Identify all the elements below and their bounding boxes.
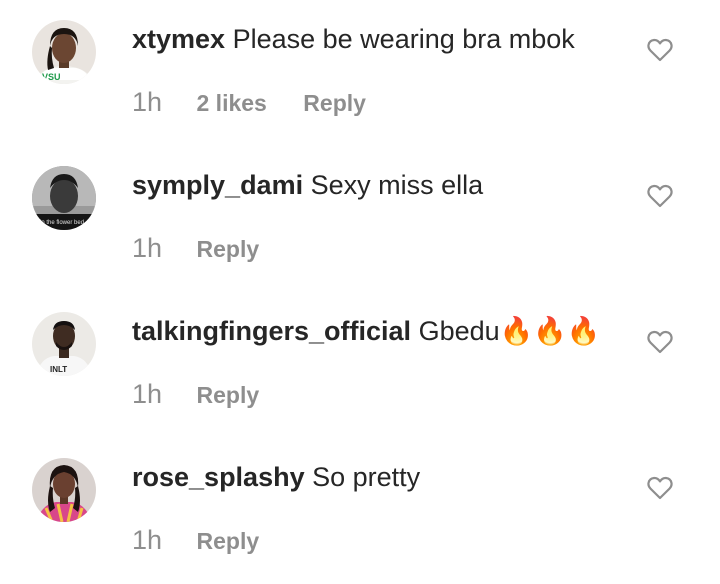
avatar-watermark-text: ...in the flower bed bbox=[35, 220, 84, 226]
comment-text: So pretty bbox=[312, 462, 421, 492]
comment-item: VSU xtymex Please be wearing bra mbok 1h… bbox=[0, 0, 720, 146]
reply-button[interactable]: Reply bbox=[303, 85, 366, 121]
avatar[interactable]: ...in the flower bed bbox=[32, 166, 96, 230]
comment-timestamp: 1h bbox=[132, 379, 163, 409]
comment-line: symply_dami Sexy miss ella bbox=[132, 168, 483, 202]
avatar[interactable]: INLT bbox=[32, 312, 96, 376]
likes-count-link[interactable]: 2 likes bbox=[197, 85, 267, 121]
comment-text: Please be wearing bra mbok bbox=[232, 24, 575, 54]
comment-item: rose_splashy So pretty 1h Reply bbox=[0, 438, 720, 584]
comment-timestamp: 1h bbox=[132, 525, 163, 555]
reply-button[interactable]: Reply bbox=[197, 523, 260, 559]
avatar-watermark-text: INLT bbox=[50, 365, 67, 374]
comment-text: Sexy miss ella bbox=[310, 170, 484, 200]
comment-meta: 1h Reply bbox=[132, 522, 291, 558]
comment-text: Gbedu🔥🔥🔥 bbox=[418, 316, 601, 346]
comment-line: talkingfingers_official Gbedu🔥🔥🔥 bbox=[132, 314, 601, 348]
svg-text:VSU: VSU bbox=[42, 72, 61, 82]
heart-outline-icon[interactable] bbox=[647, 38, 673, 62]
reply-button[interactable]: Reply bbox=[197, 377, 260, 413]
comment-item: INLT talkingfingers_official Gbedu🔥🔥🔥 1h… bbox=[0, 292, 720, 438]
comment-username[interactable]: talkingfingers_official bbox=[132, 316, 411, 346]
comment-item: ...in the flower bed symply_dami Sexy mi… bbox=[0, 146, 720, 292]
avatar[interactable] bbox=[32, 458, 96, 522]
reply-button[interactable]: Reply bbox=[197, 231, 260, 267]
comment-username[interactable]: symply_dami bbox=[132, 170, 303, 200]
comment-username[interactable]: rose_splashy bbox=[132, 462, 305, 492]
avatar[interactable]: VSU bbox=[32, 20, 96, 84]
comment-timestamp: 1h bbox=[132, 233, 163, 263]
heart-outline-icon[interactable] bbox=[647, 476, 673, 500]
heart-outline-icon[interactable] bbox=[647, 184, 673, 208]
comment-line: xtymex Please be wearing bra mbok bbox=[132, 22, 575, 56]
heart-outline-icon[interactable] bbox=[647, 330, 673, 354]
comment-username[interactable]: xtymex bbox=[132, 24, 225, 54]
comment-meta: 1h Reply bbox=[132, 230, 291, 266]
comment-timestamp: 1h bbox=[132, 87, 163, 117]
comment-line: rose_splashy So pretty bbox=[132, 460, 420, 494]
comment-meta: 1h 2 likes Reply bbox=[132, 84, 398, 120]
comment-meta: 1h Reply bbox=[132, 376, 291, 412]
